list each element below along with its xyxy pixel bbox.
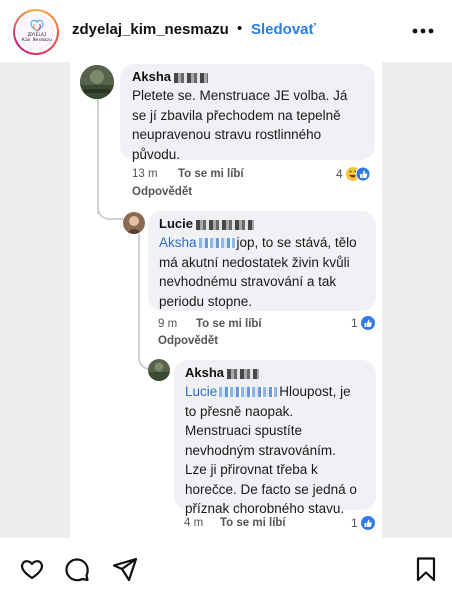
like-link[interactable]: To se mi líbí xyxy=(196,318,262,330)
comment-icon[interactable] xyxy=(64,556,90,582)
heart-logo-icon xyxy=(30,19,44,32)
mention-link[interactable]: Aksha xyxy=(159,235,197,250)
username[interactable]: zdyelaj_kim_nesmazu xyxy=(72,21,229,38)
mention-link[interactable]: Lucie xyxy=(185,384,217,399)
thread-line xyxy=(138,234,140,354)
comment-thread-screenshot: Aksha Pletete se. Menstruace JE volba. J… xyxy=(70,62,382,538)
avatar[interactable] xyxy=(80,65,114,99)
comment-text: Pletete se. Menstruace JE volba. Já se j… xyxy=(132,88,348,162)
post-image[interactable]: Aksha Pletete se. Menstruace JE volba. J… xyxy=(0,62,452,538)
thread-line xyxy=(97,94,99,214)
separator-dot: • xyxy=(237,20,243,37)
like-link[interactable]: To se mi líbí xyxy=(178,168,244,180)
bookmark-icon[interactable] xyxy=(413,556,439,582)
redacted-surname xyxy=(227,368,260,379)
reply-link[interactable]: Odpovědět xyxy=(132,186,192,198)
like-reaction-icon[interactable] xyxy=(360,315,376,331)
comment-author[interactable]: Lucie xyxy=(159,216,254,231)
more-options-icon[interactable] xyxy=(410,21,436,41)
profile-avatar[interactable]: ZDYELAJ Kim Nesmazu xyxy=(13,9,59,55)
redacted-mention xyxy=(219,387,278,397)
reply-link[interactable]: Odpovědět xyxy=(158,335,218,347)
like-reaction-icon[interactable] xyxy=(360,515,376,531)
reaction-count: 1 xyxy=(351,516,358,530)
brand-logo: ZDYELAJ Kim Nesmazu xyxy=(18,14,54,50)
reactions-icon[interactable] xyxy=(345,166,371,182)
thread-connector xyxy=(97,202,123,220)
reaction-count: 1 xyxy=(351,316,358,330)
post-header: ZDYELAJ Kim Nesmazu zdyelaj_kim_nesmazu •… xyxy=(0,0,452,62)
logo-lettering: ZDYELAJ Kim Nesmazu xyxy=(22,33,52,43)
comment-time: 9 m xyxy=(158,318,178,330)
heart-icon[interactable] xyxy=(19,556,45,582)
redacted-surname xyxy=(195,219,254,230)
comment-text: Aksha jop, to se stává, tělo má akutní ne… xyxy=(159,235,357,309)
comment-author[interactable]: Aksha xyxy=(132,69,209,84)
comment-time: 13 m xyxy=(132,168,158,180)
comment-author[interactable]: Aksha xyxy=(185,365,260,380)
comment-time: 4 m xyxy=(184,517,204,529)
avatar[interactable] xyxy=(148,359,170,381)
redacted-mention xyxy=(198,238,235,248)
redacted-surname xyxy=(174,72,209,83)
comment-text: Lucie Hloupost, je to přesně naopak. Mens… xyxy=(185,384,357,516)
avatar[interactable] xyxy=(123,212,145,234)
send-icon[interactable] xyxy=(112,556,138,582)
like-link[interactable]: To se mi líbí xyxy=(220,517,286,529)
reaction-count: 4 xyxy=(336,167,343,181)
post-actions-bar xyxy=(0,538,452,600)
follow-button[interactable]: Sledovať xyxy=(251,21,316,38)
